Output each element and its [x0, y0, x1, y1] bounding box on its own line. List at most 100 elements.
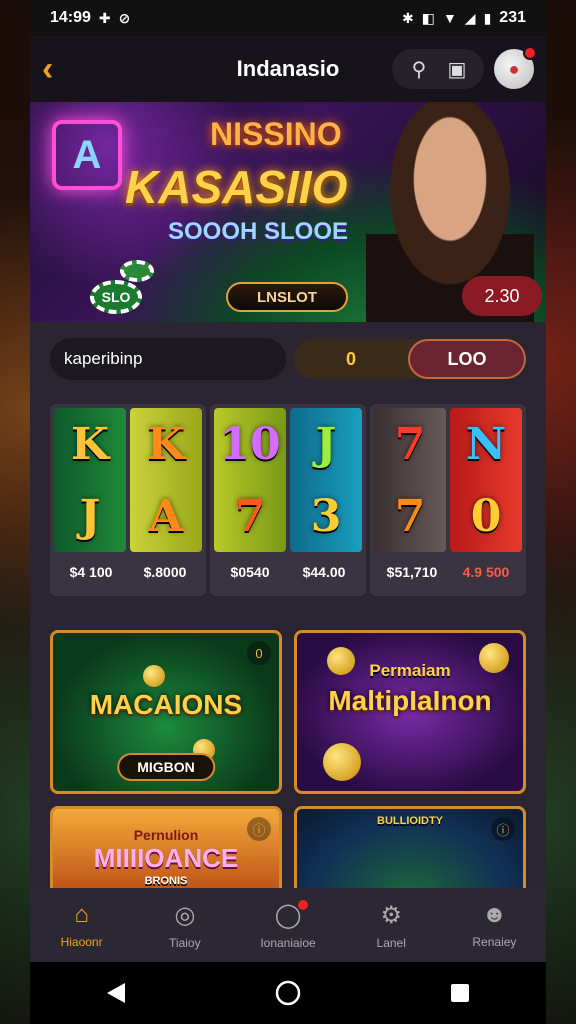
tile-subtitle: BULLIOIDTY — [377, 815, 443, 827]
mode-toggle: 0 LOO — [294, 339, 526, 379]
wifi-icon: ▼ — [442, 10, 457, 26]
back-arrow-icon[interactable]: ‹ — [42, 50, 82, 89]
nav-item-home[interactable]: ⌂ Hiaoonr — [30, 888, 133, 962]
search-row: kaperibinp 0 LOO — [30, 322, 546, 392]
slot-price: $4 100 — [69, 564, 113, 580]
tile-tag: BRONIS — [144, 875, 188, 887]
slot-machine[interactable]: 10 7 J 3 $0540 $44.00 — [210, 404, 366, 596]
circle-status-icon: ⊘ — [118, 9, 131, 26]
tile-subtitle: Pernulion — [133, 827, 199, 843]
app-bar: ‹ Indanasio ⚲ ▣ ● — [30, 36, 546, 102]
nav-item-messages[interactable]: ◯ Ionaniaioe — [236, 888, 339, 962]
recents-square-icon — [451, 984, 469, 1002]
system-home-button[interactable] — [268, 973, 308, 1013]
reel-symbol: A — [148, 490, 184, 542]
status-bar: 14:99 ✚ ⊘ ✱ ◧ ▼ ◢ ▮ 231 — [30, 0, 546, 36]
slot-reel: J 3 — [290, 408, 362, 552]
app-screen: 14:99 ✚ ⊘ ✱ ◧ ▼ ◢ ▮ 231 ‹ Indanasio ⚲ ▣ … — [30, 0, 546, 1024]
search-icon[interactable]: ⚲ — [402, 55, 436, 83]
search-input[interactable]: kaperibinp — [50, 338, 286, 380]
reel-symbol: 7 — [394, 418, 426, 470]
system-navigation-bar — [30, 962, 546, 1024]
notification-dot — [523, 46, 537, 60]
coin-icon — [323, 743, 361, 781]
reel-symbol: J — [315, 418, 337, 470]
home-circle-icon — [275, 980, 301, 1006]
system-back-button[interactable] — [96, 973, 136, 1013]
tile-subtitle: Permaiam — [369, 661, 451, 680]
slot-price: $0540 — [230, 564, 270, 580]
back-triangle-icon — [107, 983, 125, 1003]
coin-icon — [143, 665, 165, 687]
reel-symbol: 3 — [310, 490, 342, 542]
signal-icon: ◢ — [464, 9, 476, 26]
reel-symbol: 0 — [470, 490, 502, 542]
system-recents-button[interactable] — [440, 973, 480, 1013]
nfc-icon: ◧ — [421, 9, 435, 26]
slot-machine[interactable]: 7 7 N 0 $51,710 4.9 500 — [370, 404, 526, 596]
slot-reel: 7 7 — [374, 408, 446, 552]
reel-symbol: N — [465, 418, 507, 470]
tile-title: MACAIONS — [89, 689, 243, 720]
tile-play-button[interactable]: MIGBON — [117, 753, 215, 781]
reel-symbol: K — [70, 418, 110, 470]
banner-cta-button[interactable]: LNSLOT — [226, 282, 348, 312]
reel-symbol: K — [146, 418, 186, 470]
slot-price: $51,710 — [386, 564, 438, 580]
tile-title: MaltipIaInon — [328, 685, 492, 716]
game-tiles-grid: 0 MACAIONS MIGBON Permaiam MaltipIaInon … — [30, 608, 546, 902]
nav-item-label: Ionaniaioe — [260, 935, 316, 950]
nav-item-label: Hiaoonr — [60, 935, 103, 949]
neon-sign-letter: A — [72, 132, 102, 177]
bluetooth-icon: ✱ — [401, 9, 414, 26]
bottom-navigation: ⌂ Hiaoonr ◎ Tiaioy ◯ Ionaniaioe ⚙ Lanel … — [30, 888, 546, 962]
slot-reel: N 0 — [450, 408, 522, 552]
gear-icon: ⚙ — [380, 901, 402, 929]
promo-banner[interactable]: A NISSINO KASASIIO SOOOH SLOOE SLO LNSLO… — [30, 102, 546, 322]
nav-item-profile[interactable]: ☻ Renaiey — [443, 888, 546, 962]
reel-symbol: J — [79, 490, 101, 542]
tile-corner-badge: 0 — [247, 641, 271, 665]
reel-symbol: 10 — [219, 418, 281, 470]
nav-item-security[interactable]: ◎ Tiaioy — [133, 888, 236, 962]
settings-status-icon: ✚ — [98, 9, 111, 26]
toggle-option-b[interactable]: LOO — [408, 339, 526, 379]
lock-icon: ◎ — [174, 901, 196, 929]
tile-title: MIIIIOANCE — [93, 843, 239, 873]
slot-price: $.8000 — [143, 564, 187, 580]
chip-label: SLO — [101, 289, 131, 305]
battery-level: 231 — [499, 9, 526, 26]
banner-subtitle: SOOOH SLOOE — [168, 218, 349, 245]
app-bar-actions: ⚲ ▣ ● — [392, 46, 537, 89]
slot-reel: K A — [130, 408, 202, 552]
battery-icon: ▮ — [483, 9, 492, 26]
slot-machine[interactable]: K J K A $4 100 $.8000 — [50, 404, 206, 596]
wallet-icon[interactable]: ▣ — [440, 55, 474, 83]
poker-chip — [120, 260, 154, 282]
toggle-option-a[interactable]: 0 — [294, 339, 408, 379]
slot-machines-row: K J K A $4 100 $.8000 10 7 J 3 $0540 $44… — [30, 392, 546, 608]
nav-item-settings[interactable]: ⚙ Lanel — [340, 888, 443, 962]
banner-title-main: KASASIIO — [125, 161, 348, 213]
notification-dot — [298, 900, 309, 910]
action-pill: ⚲ ▣ — [392, 49, 484, 89]
nav-item-label: Lanel — [376, 935, 406, 950]
reel-symbol: 7 — [234, 490, 266, 542]
slot-reel: 10 7 — [214, 408, 286, 552]
status-time: 14:99 — [50, 9, 91, 26]
game-tile[interactable]: Permaiam MaltipIaInon — [294, 630, 526, 794]
reel-symbol: 7 — [394, 490, 426, 542]
slot-price: 4.9 500 — [462, 564, 510, 580]
nav-item-label: Renaiey — [472, 935, 517, 949]
slot-price: $44.00 — [302, 564, 346, 580]
nav-item-label: Tiaioy — [169, 935, 201, 950]
user-avatar-icon: ● — [508, 58, 520, 79]
game-tile[interactable]: 0 MACAIONS MIGBON — [50, 630, 282, 794]
avatar[interactable]: ● — [494, 46, 537, 89]
slot-reel: K J — [54, 408, 126, 552]
home-icon: ⌂ — [74, 901, 89, 928]
banner-value-badge: 2.30 — [462, 276, 542, 316]
user-icon: ☻ — [481, 901, 508, 928]
banner-title-top: NISSINO — [210, 116, 342, 152]
poker-chip: SLO — [90, 280, 142, 314]
